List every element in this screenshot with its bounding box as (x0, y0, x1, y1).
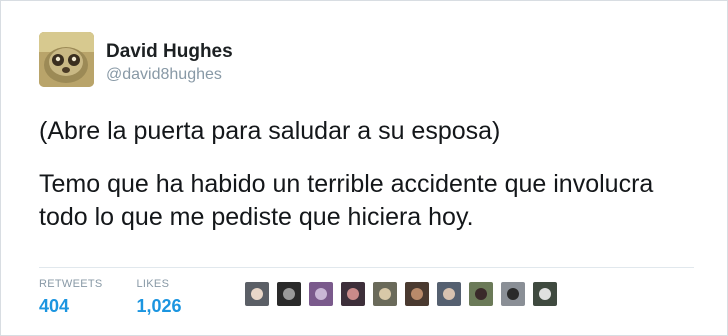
display-name[interactable]: David Hughes (106, 41, 233, 63)
liker-avatar[interactable] (437, 282, 461, 306)
retweets-label: RETWEETS (39, 278, 103, 290)
user-handle[interactable]: @david8hughes (106, 65, 233, 85)
sloth-avatar-icon (39, 32, 94, 87)
liker-avatar[interactable] (533, 282, 557, 306)
tweet-text: (Abre la puerta para saludar a su esposa… (39, 115, 699, 234)
tweet-stats: RETWEETS 404 LIKES 1,026 (39, 278, 216, 317)
liker-avatar[interactable] (469, 282, 493, 306)
likes-label: LIKES (136, 278, 170, 290)
liker-avatar[interactable] (501, 282, 525, 306)
liker-avatar[interactable] (405, 282, 429, 306)
likes-stat[interactable]: LIKES 1,026 (137, 278, 182, 317)
profile-avatar[interactable] (39, 32, 94, 87)
likes-count[interactable]: 1,026 (137, 295, 182, 317)
retweets-count[interactable]: 404 (39, 295, 103, 317)
author-names: David Hughes @david8hughes (106, 41, 233, 85)
liker-avatar[interactable] (245, 282, 269, 306)
liker-avatar[interactable] (373, 282, 397, 306)
liker-avatars (245, 282, 565, 306)
tweet-text-line: Temo que ha habido un terrible accidente… (39, 170, 654, 231)
liker-avatar[interactable] (309, 282, 333, 306)
tweet-card: David Hughes @david8hughes (Abre la puer… (0, 0, 728, 336)
retweets-stat[interactable]: RETWEETS 404 (39, 278, 103, 317)
liker-avatar[interactable] (341, 282, 365, 306)
tweet-header: David Hughes @david8hughes (39, 32, 233, 87)
tweet-text-line: (Abre la puerta para saludar a su esposa… (39, 117, 501, 145)
divider (39, 267, 694, 268)
liker-avatar[interactable] (277, 282, 301, 306)
